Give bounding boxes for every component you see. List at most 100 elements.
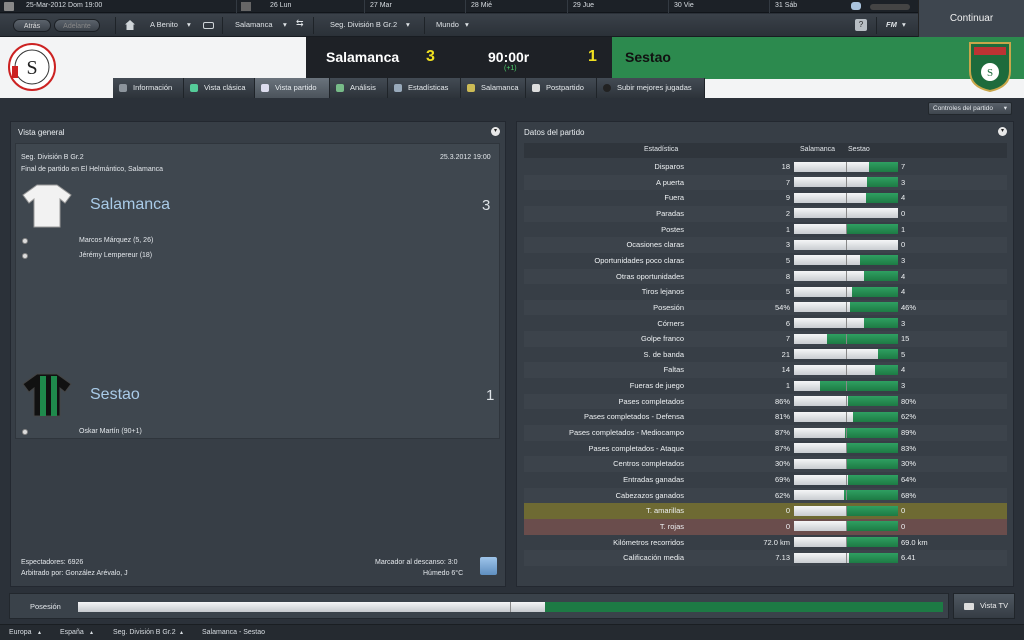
breadcrumb-item[interactable]: Salamanca - Sestao	[202, 629, 265, 636]
stat-row: A puerta 7 3	[524, 174, 1007, 191]
stat-row: T. rojas 0 0	[524, 518, 1007, 535]
breadcrumb-item[interactable]: España	[60, 629, 84, 636]
calendar-day-2[interactable]: 27 Mar	[370, 2, 392, 9]
stat-label: Otras oportunidades	[616, 271, 684, 281]
home-scorer: Marcos Márquez (5, 26)	[79, 237, 154, 244]
stat-bar-midline	[846, 208, 847, 219]
scoreboard: Salamanca 3 90:00r (+1) 1	[306, 37, 612, 79]
stat-bar-midline	[846, 318, 847, 328]
stat-home-value: 62%	[774, 490, 790, 500]
tab-postpartido[interactable]: Postpartido	[526, 78, 597, 98]
stat-bar-midline	[846, 192, 847, 203]
tab-analisis[interactable]: Análisis	[330, 78, 388, 98]
stat-bar-away	[844, 427, 898, 438]
panel-menu-button[interactable]: ▾	[998, 127, 1007, 136]
stat-label: T. rojas	[659, 521, 684, 531]
speed-slider[interactable]	[870, 4, 910, 10]
calendar-day-3[interactable]: 28 Mié	[471, 2, 492, 9]
chevron-up-icon[interactable]: ▴	[38, 629, 41, 636]
calendar-icon[interactable]	[4, 2, 14, 11]
weather-icon	[480, 557, 497, 575]
stat-away-value: 64%	[901, 475, 917, 484]
stat-bar-home	[794, 396, 849, 407]
help-button[interactable]: ?	[855, 19, 867, 31]
sofa-icon[interactable]	[203, 22, 214, 29]
stat-bar-away	[878, 349, 898, 360]
chevron-up-icon[interactable]: ▴	[90, 629, 93, 636]
divider	[465, 0, 466, 13]
calendar-day-4[interactable]: 29 Jue	[573, 2, 594, 9]
stat-bar	[794, 302, 898, 313]
forward-button[interactable]: Adelante	[54, 19, 100, 32]
stats-icon	[394, 84, 402, 92]
stat-bar-home	[794, 318, 864, 328]
manager-menu[interactable]: A Benito	[150, 20, 178, 29]
home-icon[interactable]	[125, 20, 135, 30]
stat-row: Otras oportunidades 8 4	[524, 268, 1007, 285]
world-menu[interactable]: Mundo	[436, 20, 459, 29]
tab-informacion[interactable]: Información	[113, 78, 184, 98]
competition-menu[interactable]: Seg. División B Gr.2	[330, 20, 397, 29]
calendar-day-6[interactable]: 31 Sáb	[775, 2, 797, 9]
toggle-icon[interactable]	[851, 2, 861, 10]
breadcrumb-item[interactable]: Seg. División B Gr.2	[113, 629, 176, 636]
divider	[567, 0, 568, 13]
stat-bar-midline	[846, 302, 847, 313]
referee: Arbitrado por: González Arévalo, J	[21, 570, 128, 577]
stat-bar-midline	[846, 177, 847, 188]
stat-bar-home	[794, 364, 876, 375]
vista-tv-label: Vista TV	[980, 601, 1009, 610]
tab-salamanca[interactable]: Salamanca	[461, 78, 526, 98]
stat-bar-midline	[846, 255, 847, 266]
stat-bar	[794, 490, 898, 501]
stat-home-value: 5	[785, 255, 790, 265]
stat-home-value: 7	[785, 177, 790, 187]
stat-bar-midline	[846, 505, 847, 516]
stat-home-value: 7	[785, 334, 790, 344]
vista-tv-button[interactable]: Vista TV	[953, 593, 1015, 619]
halftime-score: Marcador al descanso: 3:0	[375, 559, 458, 566]
calendar-day-5[interactable]: 30 Vie	[674, 2, 694, 9]
stat-label: Postes	[661, 224, 684, 234]
stat-bar	[794, 380, 898, 391]
stat-label: Cabezazos ganados	[615, 490, 684, 500]
team-menu[interactable]: Salamanca	[235, 20, 273, 29]
stat-row: T. amarillas 0 0	[524, 503, 1007, 519]
stat-bar-midline	[846, 364, 847, 375]
tab-estadisticas[interactable]: Estadísticas	[388, 78, 461, 98]
overview-card	[15, 143, 500, 439]
stat-bar-away	[846, 521, 898, 532]
stat-away-value: 62%	[901, 412, 917, 422]
breadcrumb-item[interactable]: Europa	[9, 629, 32, 636]
back-button[interactable]: Atrás	[13, 19, 51, 32]
divider	[236, 0, 237, 13]
tab-vista-clasica[interactable]: Vista clásica	[184, 78, 255, 98]
stat-bar-home	[794, 458, 846, 469]
stat-bar-midline	[846, 458, 847, 469]
stat-label: Fuera	[664, 193, 684, 203]
stat-bar-midline	[846, 333, 847, 344]
tab-vista-partido[interactable]: Vista partido	[255, 78, 330, 98]
swap-icon[interactable]: ⇆	[296, 18, 304, 29]
goal-ball-icon	[22, 238, 28, 244]
stat-label: A puerta	[656, 177, 684, 187]
calendar-day-1[interactable]: 26 Lun	[270, 2, 291, 9]
tab-subir-jugadas[interactable]: Subir mejores jugadas	[597, 78, 705, 98]
tab-label: Estadísticas	[408, 83, 449, 92]
tab-label: Vista partido	[275, 83, 317, 92]
fm-menu[interactable]: FM	[886, 20, 897, 29]
match-controls-dropdown[interactable]: Controles del partido ▾	[928, 102, 1012, 115]
stat-row: Entradas ganadas 69% 64%	[524, 472, 1007, 488]
stat-bar-midline	[846, 537, 847, 548]
chevron-up-icon[interactable]: ▴	[180, 629, 183, 636]
stat-away-value: 7	[901, 162, 906, 171]
continue-button[interactable]: Continuar	[918, 0, 1024, 37]
stat-away-value: 89%	[901, 428, 917, 438]
stat-bar-away	[848, 396, 898, 407]
stat-row: Disparos 18 7	[524, 159, 1007, 175]
panel-menu-button[interactable]: ▾	[491, 127, 500, 136]
stat-label: Entradas ganadas	[623, 475, 684, 484]
home-scorer: Jérémy Lempereur (18)	[79, 252, 153, 259]
goal-ball-icon	[22, 253, 28, 259]
stat-bar-midline	[846, 411, 847, 422]
